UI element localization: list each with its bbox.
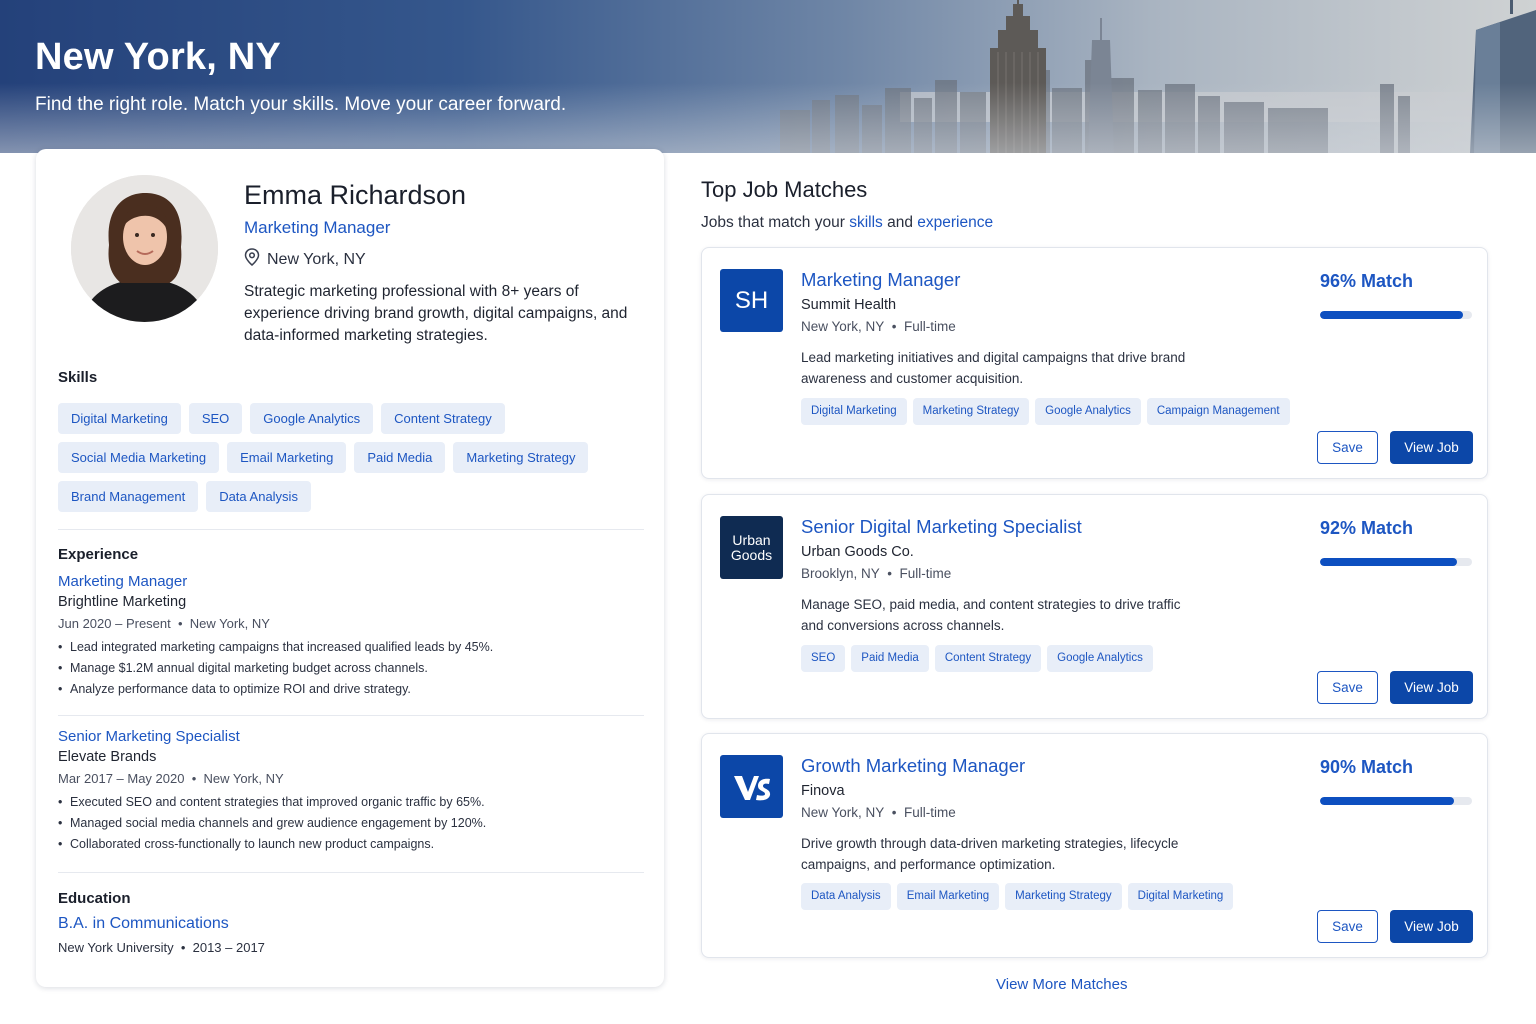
divider bbox=[58, 529, 644, 530]
skills-link[interactable]: skills bbox=[849, 214, 883, 231]
match-progress-bar bbox=[1320, 797, 1472, 805]
skill-chip: SEO bbox=[188, 403, 243, 434]
bullet-item: Manage $1.2M annual digital marketing bu… bbox=[58, 658, 644, 679]
experience-item: Marketing Manager Brightline Marketing J… bbox=[58, 573, 644, 700]
skill-chip: Data Analysis bbox=[206, 481, 311, 512]
job-tag: Marketing Strategy bbox=[1005, 883, 1122, 910]
job-tag: Digital Marketing bbox=[1127, 883, 1234, 910]
experience-company: Elevate Brands bbox=[58, 749, 157, 765]
skill-chip: Digital Marketing bbox=[58, 403, 181, 434]
job-tag: Google Analytics bbox=[1035, 398, 1141, 425]
experience-item: Senior Marketing Specialist Elevate Bran… bbox=[58, 728, 644, 855]
profile-title: Marketing Manager bbox=[244, 218, 391, 237]
skill-chip: Marketing Strategy bbox=[453, 442, 589, 473]
job-tag: Content Strategy bbox=[934, 645, 1042, 672]
job-title[interactable]: Growth Marketing Manager bbox=[801, 755, 1025, 777]
map-pin-icon bbox=[244, 248, 260, 271]
education-heading: Education bbox=[58, 890, 131, 907]
job-meta: Brooklyn, NY • Full-time bbox=[801, 566, 952, 581]
skill-chip: Email Marketing bbox=[227, 442, 347, 473]
finova-logo-icon bbox=[720, 755, 783, 818]
job-tag: SEO bbox=[801, 645, 846, 672]
view-job-button[interactable]: View Job bbox=[1390, 910, 1473, 943]
experience-meta: Mar 2017 – May 2020 • New York, NY bbox=[58, 771, 284, 786]
matches-subtitle: Jobs that match your skills and experien… bbox=[701, 214, 994, 231]
match-score: 92% Match bbox=[1320, 518, 1414, 538]
job-company: Urban Goods Co. bbox=[801, 544, 914, 560]
experience-role: Marketing Manager bbox=[58, 573, 188, 590]
view-job-button[interactable]: View Job bbox=[1390, 431, 1473, 464]
save-button[interactable]: Save bbox=[1317, 910, 1378, 943]
job-meta: New York, NY • Full-time bbox=[801, 805, 956, 820]
job-description: Drive growth through data-driven marketi… bbox=[801, 836, 1179, 872]
job-title[interactable]: Marketing Manager bbox=[801, 269, 960, 291]
experience-company: Brightline Marketing bbox=[58, 594, 187, 610]
job-tag: Campaign Management bbox=[1146, 398, 1290, 425]
skill-chip: Paid Media bbox=[354, 442, 446, 473]
experience-bullets: Lead integrated marketing campaigns that… bbox=[58, 637, 644, 700]
save-button[interactable]: Save bbox=[1317, 431, 1378, 464]
view-job-button[interactable]: View Job bbox=[1390, 671, 1473, 704]
hero-banner: New York, NY Find the right role. Match … bbox=[0, 0, 1536, 153]
match-score: 96% Match bbox=[1320, 271, 1414, 291]
profile-name: Emma Richardson bbox=[244, 180, 467, 210]
profile-bio: Strategic marketing professional with 8+… bbox=[244, 283, 628, 344]
job-card[interactable]: SH Marketing Manager Summit Health New Y… bbox=[701, 247, 1488, 479]
match-progress-fill bbox=[1320, 311, 1463, 319]
divider bbox=[58, 872, 644, 873]
skill-chip: Content Strategy bbox=[381, 403, 505, 434]
job-card[interactable]: Growth Marketing Manager Finova New York… bbox=[701, 733, 1488, 958]
profile-location-text: New York, NY bbox=[267, 250, 366, 268]
job-tag: Paid Media bbox=[851, 645, 929, 672]
job-meta: New York, NY • Full-time bbox=[801, 319, 956, 334]
job-tag: Marketing Strategy bbox=[912, 398, 1030, 425]
job-card[interactable]: Urban Goods Senior Digital Marketing Spe… bbox=[701, 494, 1488, 719]
skills-heading: Skills bbox=[58, 369, 98, 386]
job-company: Summit Health bbox=[801, 297, 897, 313]
experience-bullets: Executed SEO and content strategies that… bbox=[58, 792, 644, 855]
matches-heading: Top Job Matches bbox=[701, 177, 868, 202]
experience-heading: Experience bbox=[58, 546, 139, 563]
match-progress-fill bbox=[1320, 558, 1457, 566]
page-title: New York, NY bbox=[35, 36, 281, 78]
job-title[interactable]: Senior Digital Marketing Specialist bbox=[801, 516, 1082, 538]
skill-chip: Google Analytics bbox=[250, 403, 374, 434]
company-logo: Urban Goods bbox=[720, 516, 783, 579]
bullet-item: Executed SEO and content strategies that… bbox=[58, 792, 644, 813]
experience-role: Senior Marketing Specialist bbox=[58, 728, 240, 745]
match-progress-bar bbox=[1320, 311, 1472, 319]
job-company: Finova bbox=[801, 783, 845, 799]
avatar bbox=[71, 175, 218, 322]
profile-card: Emma Richardson Marketing Manager New Yo… bbox=[36, 149, 664, 987]
education-degree: B.A. in Communications bbox=[58, 915, 229, 932]
job-tags: Digital Marketing Marketing Strategy Goo… bbox=[801, 398, 1290, 425]
skill-chip: Social Media Marketing bbox=[58, 442, 220, 473]
company-logo: SH bbox=[720, 269, 783, 332]
skills-list: Digital Marketing SEO Google Analytics C… bbox=[58, 403, 648, 512]
page-subtitle: Find the right role. Match your skills. … bbox=[35, 94, 567, 115]
match-score: 90% Match bbox=[1320, 757, 1414, 777]
skill-chip: Brand Management bbox=[58, 481, 199, 512]
bullet-item: Lead integrated marketing campaigns that… bbox=[58, 637, 644, 658]
bullet-item: Collaborated cross-functionally to launc… bbox=[58, 834, 644, 855]
experience-link[interactable]: experience bbox=[917, 214, 993, 231]
job-tag: Data Analysis bbox=[801, 883, 891, 910]
job-description: Manage SEO, paid media, and content stra… bbox=[801, 597, 1181, 633]
profile-location: New York, NY bbox=[244, 248, 366, 271]
bullet-item: Managed social media channels and grew a… bbox=[58, 813, 644, 834]
save-button[interactable]: Save bbox=[1317, 671, 1378, 704]
view-more-matches-link[interactable]: View More Matches bbox=[996, 976, 1127, 993]
education-meta: New York University • 2013 – 2017 bbox=[58, 940, 265, 955]
job-tag: Google Analytics bbox=[1047, 645, 1153, 672]
divider bbox=[58, 715, 644, 716]
bullet-item: Analyze performance data to optimize ROI… bbox=[58, 679, 644, 700]
job-tag: Email Marketing bbox=[896, 883, 1000, 910]
job-description: Lead marketing initiatives and digital c… bbox=[801, 350, 1186, 386]
job-tag: Digital Marketing bbox=[801, 398, 907, 425]
match-progress-fill bbox=[1320, 797, 1454, 805]
experience-meta: Jun 2020 – Present • New York, NY bbox=[58, 616, 270, 631]
job-tags: Data Analysis Email Marketing Marketing … bbox=[801, 883, 1234, 910]
job-tags: SEO Paid Media Content Strategy Google A… bbox=[801, 645, 1153, 672]
match-progress-bar bbox=[1320, 558, 1472, 566]
